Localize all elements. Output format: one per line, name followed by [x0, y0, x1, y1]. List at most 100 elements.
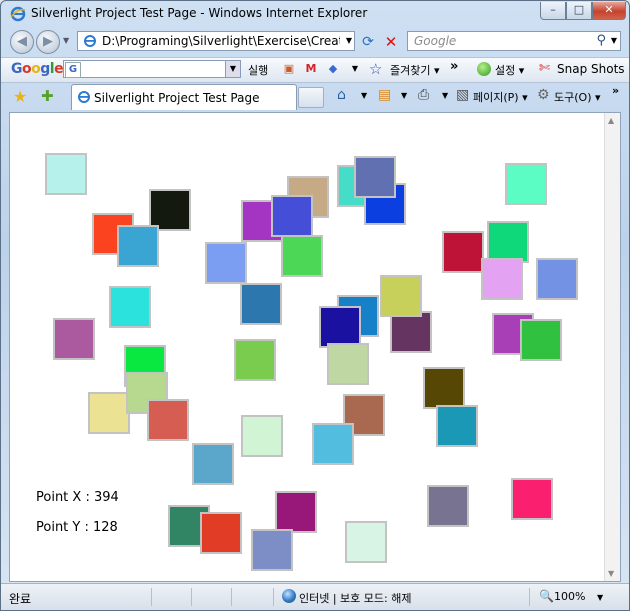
status-divider	[273, 588, 274, 606]
search-icon[interactable]: ⚲	[596, 33, 606, 48]
colored-square[interactable]	[436, 405, 478, 447]
zoom-icon[interactable]: 🔍	[539, 589, 554, 603]
browser-window: Silverlight Project Test Page - Windows …	[0, 0, 630, 611]
colored-square[interactable]	[53, 318, 95, 360]
favorites-center-icon[interactable]: ★	[13, 87, 27, 106]
google-favorites-button[interactable]: 즐겨찾기 ▾	[390, 62, 440, 78]
colored-square[interactable]	[192, 443, 234, 485]
colored-square[interactable]	[312, 423, 354, 465]
stop-icon[interactable]: ✕	[381, 32, 401, 52]
colored-square[interactable]	[354, 156, 396, 198]
google-logo: Google	[11, 61, 64, 77]
status-text: 완료	[9, 592, 32, 606]
colored-square[interactable]	[390, 311, 432, 353]
page-menu-button[interactable]: 페이지(P) ▾	[473, 89, 528, 105]
internet-zone-icon	[282, 589, 296, 603]
toolbar-more-icon[interactable]: »	[450, 59, 458, 74]
popup-blocker-icon[interactable]: ▣	[281, 61, 297, 77]
close-button[interactable]: ✕	[592, 2, 626, 20]
google-toolbar: Google G ▼ 실행 ▣ M ◆ ▼ ☆ 즐겨찾기 ▾ » 설정 ▾ ✄ Sna…	[1, 57, 629, 83]
colored-square[interactable]	[536, 258, 578, 300]
page-menu-icon: ▧	[456, 87, 470, 103]
home-dropdown-icon[interactable]: ▼	[361, 91, 367, 100]
address-bar[interactable]: D:\Programing\Silverlight\Exercise\Creat…	[77, 31, 355, 51]
search-options-dropdown-icon[interactable]: ▼	[611, 36, 617, 45]
google-search-dropdown-icon[interactable]: ▼	[225, 61, 240, 77]
translate-icon[interactable]: ◆	[325, 61, 341, 77]
colored-square[interactable]	[511, 478, 553, 520]
snap-shots-button[interactable]: Snap Shots	[557, 62, 625, 76]
colored-square[interactable]	[234, 339, 276, 381]
snap-shots-icon[interactable]: ✄	[539, 61, 550, 76]
colored-square[interactable]	[241, 415, 283, 457]
forward-button[interactable]: ▶	[36, 30, 60, 54]
tab-bar: ★ ✚ Silverlight Project Test Page ⌂ ▼ ▤ …	[1, 82, 629, 110]
maximize-button[interactable]: □	[566, 2, 592, 20]
google-run-button[interactable]: 실행	[248, 62, 268, 78]
colored-square[interactable]	[275, 491, 317, 533]
colored-square[interactable]	[423, 367, 465, 409]
print-icon[interactable]: ⎙	[418, 87, 429, 103]
zoom-dropdown-icon[interactable]: ▼	[597, 593, 603, 602]
colored-square[interactable]	[147, 399, 189, 441]
colored-square[interactable]	[319, 306, 361, 348]
silverlight-content[interactable]: Point X : 394 Point Y : 128 ▲ ▼	[9, 112, 621, 582]
command-more-icon[interactable]: »	[612, 84, 619, 97]
add-favorites-icon[interactable]: ✚	[41, 87, 54, 105]
settings-ball-icon[interactable]	[477, 62, 491, 76]
google-search-input[interactable]: G ▼	[63, 60, 241, 78]
colored-square[interactable]	[109, 286, 151, 328]
recent-pages-dropdown-icon[interactable]: ▼	[63, 36, 69, 45]
google-tool-icons: ▣ M ◆ ▼	[281, 61, 369, 77]
google-g-icon[interactable]: G	[65, 62, 81, 78]
colored-square[interactable]	[88, 392, 130, 434]
feeds-icon[interactable]: ▤	[378, 87, 391, 103]
title-bar[interactable]: Silverlight Project Test Page - Windows …	[1, 1, 629, 27]
colored-square[interactable]	[481, 258, 523, 300]
refresh-icon[interactable]: ⟳	[358, 32, 378, 52]
favorites-star-icon[interactable]: ☆	[369, 60, 382, 78]
colored-square[interactable]	[487, 221, 529, 263]
colored-square[interactable]	[327, 343, 369, 385]
tab-silverlight-test-page[interactable]: Silverlight Project Test Page	[71, 84, 297, 110]
colored-square[interactable]	[45, 153, 87, 195]
vertical-scrollbar[interactable]: ▲ ▼	[604, 113, 620, 581]
tab-label: Silverlight Project Test Page	[94, 91, 260, 105]
ie-logo-icon	[10, 6, 26, 22]
colored-square[interactable]	[427, 485, 469, 527]
address-url[interactable]: D:\Programing\Silverlight\Exercise\Creat…	[102, 34, 340, 48]
gmail-icon[interactable]: M	[303, 61, 319, 77]
search-input[interactable]: Google ⚲ ▼	[407, 31, 621, 51]
colored-square[interactable]	[205, 242, 247, 284]
search-placeholder: Google	[414, 34, 457, 48]
point-x-label: Point X : 394	[36, 490, 119, 505]
status-divider	[231, 588, 232, 606]
colored-square[interactable]	[345, 521, 387, 563]
point-y-label: Point Y : 128	[36, 520, 118, 535]
navigation-bar: ◀ ▶ ▼ D:\Programing\Silverlight\Exercise…	[1, 27, 629, 57]
colored-square[interactable]	[271, 195, 313, 237]
colored-square[interactable]	[281, 235, 323, 277]
colored-square[interactable]	[442, 231, 484, 273]
colored-square[interactable]	[240, 283, 282, 325]
address-dropdown-icon[interactable]: ▼	[346, 36, 352, 45]
minimize-button[interactable]: –	[540, 2, 566, 20]
zoom-level[interactable]: 100%	[554, 590, 585, 603]
colored-square[interactable]	[380, 275, 422, 317]
colored-square[interactable]	[251, 529, 293, 571]
tools-menu-button[interactable]: 도구(O) ▾	[554, 89, 601, 105]
print-dropdown-icon[interactable]: ▼	[442, 91, 448, 100]
scroll-down-icon[interactable]: ▼	[608, 569, 614, 578]
new-tab-button[interactable]	[298, 87, 324, 108]
google-settings-button[interactable]: 설정 ▾	[495, 62, 524, 78]
feeds-dropdown-icon[interactable]: ▼	[401, 91, 407, 100]
back-button[interactable]: ◀	[10, 30, 34, 54]
colored-square[interactable]	[117, 225, 159, 267]
google-options-dropdown-icon[interactable]: ▼	[347, 61, 363, 77]
home-icon[interactable]: ⌂	[337, 87, 346, 103]
scroll-up-icon[interactable]: ▲	[608, 116, 614, 125]
colored-square[interactable]	[505, 163, 547, 205]
colored-square[interactable]	[520, 319, 562, 361]
security-zone-label[interactable]: 인터넷 | 보호 모드: 해제	[299, 590, 411, 606]
colored-square[interactable]	[200, 512, 242, 554]
